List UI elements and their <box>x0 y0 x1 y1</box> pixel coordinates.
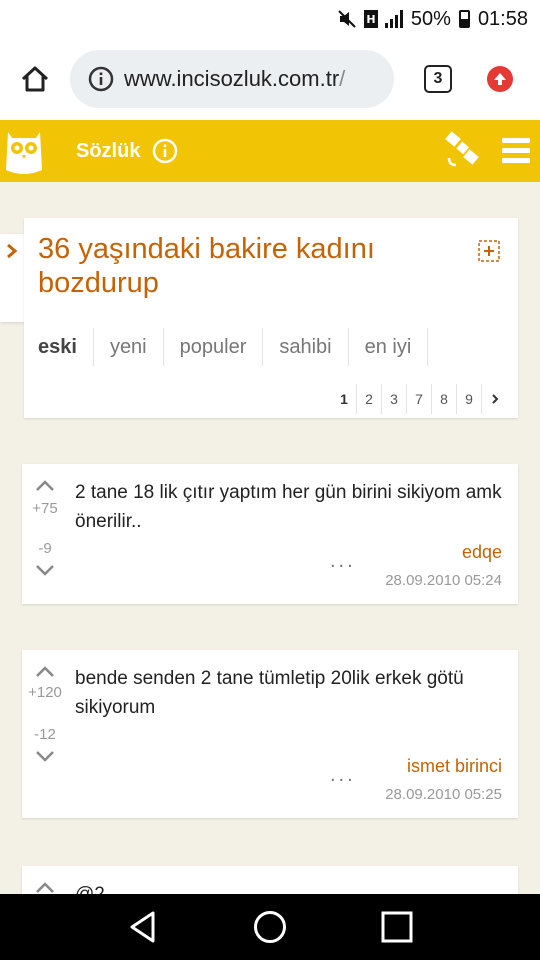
pagination: 1 2 3 7 8 9 <box>332 384 508 414</box>
recents-icon[interactable] <box>381 911 413 943</box>
entry-text: bende senden 2 tane tümletip 20lik erkek… <box>75 668 464 718</box>
status-bar: H 50% 01:58 <box>0 0 540 38</box>
page-link[interactable]: 8 <box>432 384 457 414</box>
home-circle-icon[interactable] <box>253 910 287 944</box>
system-nav-bar <box>0 894 540 960</box>
tab-yeni[interactable]: yeni <box>94 328 164 366</box>
next-page-button[interactable] <box>482 384 508 414</box>
downvote-count: -9 <box>38 540 52 557</box>
entry-date[interactable]: 28.09.2010 05:25 <box>385 786 502 803</box>
status-icons: H <box>337 9 403 29</box>
add-entry-icon[interactable] <box>478 240 500 262</box>
tab-sahibi[interactable]: sahibi <box>263 328 349 366</box>
mute-icon <box>338 10 356 28</box>
upvote-icon[interactable] <box>34 478 56 492</box>
data-icon: H <box>363 10 378 28</box>
tab-en-iyi[interactable]: en iyi <box>349 328 429 366</box>
home-button[interactable] <box>0 38 70 120</box>
sort-tabs: eski yeni populer sahibi en iyi <box>24 328 429 366</box>
upvote-icon[interactable] <box>34 664 56 678</box>
tab-populer[interactable]: populer <box>164 328 264 366</box>
hamburger-menu-icon[interactable] <box>502 136 530 166</box>
page-link[interactable]: 3 <box>382 384 407 414</box>
chevron-right-icon <box>7 243 18 259</box>
chevron-right-icon <box>492 394 499 404</box>
topic-card: 36 yaşındaki bakire kadını bozdurup eski… <box>24 218 518 418</box>
page-link[interactable]: 2 <box>357 384 382 414</box>
url-main: www.incisozluk.com.tr <box>124 66 340 91</box>
site-title[interactable]: Sözlük <box>76 140 140 163</box>
tab-eski[interactable]: eski <box>24 328 94 366</box>
info-icon[interactable] <box>152 138 178 164</box>
downvote-icon[interactable] <box>34 564 56 578</box>
entry-author[interactable]: edqe <box>462 542 502 563</box>
update-button[interactable] <box>487 66 513 92</box>
side-drawer-tab[interactable] <box>0 234 24 322</box>
upvote-count: +120 <box>28 684 62 701</box>
page-link[interactable]: 1 <box>332 384 357 414</box>
url-text: www.incisozluk.com.tr/ <box>124 66 345 92</box>
signal-icon <box>384 10 403 28</box>
site-header: Sözlük <box>0 120 540 182</box>
url-trailing: / <box>339 66 346 91</box>
battery-percent: 50% <box>410 7 451 30</box>
upvote-count: +75 <box>32 500 58 517</box>
downvote-icon[interactable] <box>34 750 56 764</box>
clock: 01:58 <box>477 7 528 30</box>
page-link[interactable]: 7 <box>407 384 432 414</box>
entry-card: +75 -9 2 tane 18 lik çıtır yaptım her gü… <box>22 464 518 604</box>
address-bar[interactable]: www.incisozluk.com.tr/ <box>70 50 394 108</box>
browser-toolbar: www.incisozluk.com.tr/ 3 <box>0 38 540 120</box>
more-options-button[interactable]: ... <box>330 764 356 787</box>
downvote-count: -12 <box>34 726 56 743</box>
entry-card: +120 -12 bende senden 2 tane tümletip 20… <box>22 650 518 818</box>
more-options-button[interactable]: ... <box>330 550 356 573</box>
owl-logo[interactable] <box>2 126 46 176</box>
satellite-icon[interactable] <box>444 130 482 170</box>
entry-date[interactable]: 28.09.2010 05:24 <box>385 572 502 589</box>
arrow-up-icon <box>494 73 506 85</box>
topic-title[interactable]: 36 yaşındaki bakire kadını bozdurup <box>38 232 458 300</box>
entry-author[interactable]: ismet birinci <box>407 756 502 777</box>
entry-text: 2 tane 18 lik çıtır yaptım her gün birin… <box>75 482 502 532</box>
info-icon[interactable] <box>88 66 114 92</box>
battery-icon <box>458 10 470 28</box>
home-icon <box>21 66 49 92</box>
page-link[interactable]: 9 <box>457 384 482 414</box>
upvote-icon[interactable] <box>34 880 56 894</box>
svg-text:H: H <box>366 13 375 26</box>
back-icon[interactable] <box>127 910 159 944</box>
tab-switcher-button[interactable]: 3 <box>424 65 452 93</box>
